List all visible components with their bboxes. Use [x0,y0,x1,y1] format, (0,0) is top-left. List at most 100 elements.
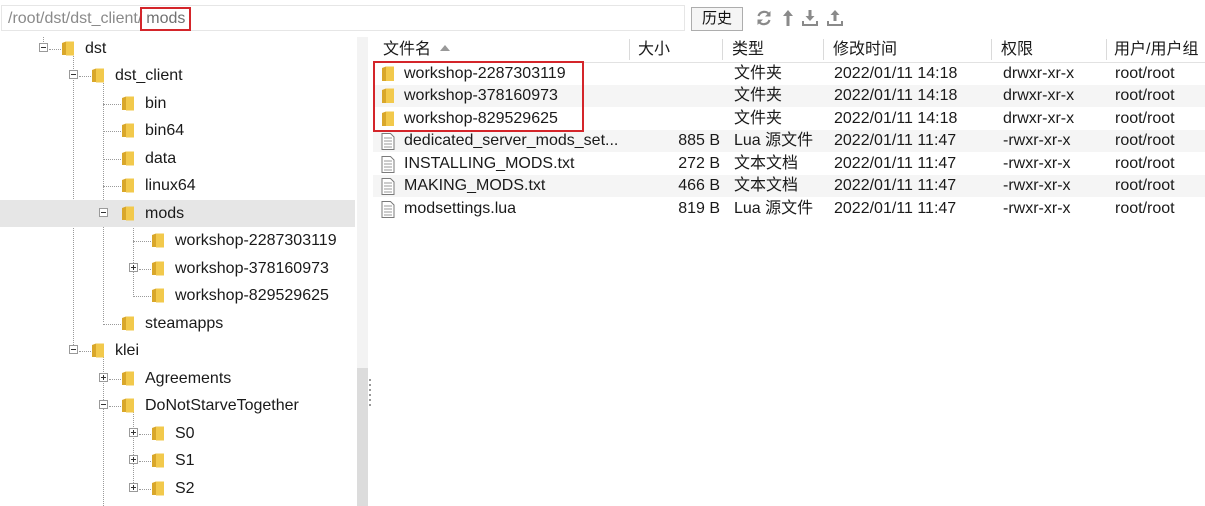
tree-item-klei[interactable]: klei [0,337,355,364]
expand-toggle[interactable] [129,483,138,492]
file-permissions: -rwxr-xr-x [1003,132,1071,149]
folder-icon [92,343,104,358]
list-header: 文件名 大小 类型 修改时间 权限 用户/用户组 [373,37,1205,63]
tree-item-bin[interactable]: bin [0,90,355,117]
tree-item-label: workshop-378160973 [175,260,329,277]
collapse-toggle[interactable] [39,43,48,52]
folder-icon [152,453,164,468]
file-size: 466 B [678,177,720,194]
column-header-size[interactable]: 大小 [638,37,670,62]
collapse-toggle[interactable] [69,345,78,354]
history-button[interactable]: 历史 [691,7,743,31]
tree-item-steamapps[interactable]: steamapps [0,310,355,337]
folder-icon [152,233,164,248]
go-up-icon[interactable] [778,8,798,28]
tree-item-label: dst_client [115,67,183,84]
tree-item-dst-client[interactable]: dst_client [0,62,355,89]
file-type: 文件夹 [734,65,783,82]
refresh-icon[interactable] [754,8,774,28]
collapse-toggle[interactable] [99,400,108,409]
file-modified: 2022/01/11 14:18 [834,87,958,104]
tree-item-data[interactable]: data [0,145,355,172]
file-modified: 2022/01/11 14:18 [834,65,958,82]
file-owner: root/root [1115,132,1175,149]
file-type: 文本文档 [734,155,799,172]
column-header-name[interactable]: 文件名 [383,37,451,62]
column-header-type[interactable]: 类型 [732,37,764,62]
folder-icon [152,261,164,276]
file-type: Lua 源文件 [734,132,814,149]
collapse-toggle[interactable] [99,208,108,217]
tree-item-workshop-829529625[interactable]: workshop-829529625 [0,282,355,309]
file-modified: 2022/01/11 11:47 [834,200,957,217]
file-owner: root/root [1115,110,1175,127]
expand-toggle[interactable] [129,428,138,437]
tree-item-s1[interactable]: S1 [0,447,355,474]
file-name: modsettings.lua [404,200,517,217]
download-icon[interactable] [800,8,820,28]
tree-item-label: steamapps [145,315,224,332]
upload-icon[interactable] [825,8,845,28]
pane-splitter[interactable] [368,37,372,506]
tree-item-workshop-378160973[interactable]: workshop-378160973 [0,255,355,282]
column-divider[interactable] [722,39,723,60]
expand-toggle[interactable] [99,373,108,382]
column-header-label: 文件名 [383,41,432,58]
tree-scrollbar-thumb[interactable] [357,368,368,506]
tree-item-linux64[interactable]: linux64 [0,172,355,199]
tree-item-dst[interactable]: dst [0,37,355,62]
column-divider[interactable] [991,39,992,60]
folder-icon [92,68,104,83]
file-owner: root/root [1115,87,1175,104]
folder-icon [122,178,134,193]
tree-item-label: S1 [175,452,195,469]
document-icon [381,156,395,173]
path-input[interactable]: /root/dst/dst_client/mods [1,5,685,31]
file-row[interactable]: modsettings.lua 819 B Lua 源文件 2022/01/11… [373,198,1205,220]
tree-item-label: workshop-829529625 [175,287,329,304]
tree-item-s2[interactable]: S2 [0,475,355,502]
folder-icon [122,206,134,221]
document-icon [381,133,395,150]
document-icon [381,201,395,218]
file-owner: root/root [1115,155,1175,172]
folder-tree[interactable]: dst dst_client bin bin64 data linux64 mo… [0,37,368,506]
file-size: 819 B [678,200,720,217]
file-row[interactable]: MAKING_MODS.txt 466 B 文本文档 2022/01/11 11… [373,175,1205,197]
file-name: dedicated_server_mods_set... [404,132,619,149]
tree-item-donotstarvetogether[interactable]: DoNotStarveTogether [0,392,355,419]
column-divider[interactable] [1106,39,1107,60]
tree-item-agreements[interactable]: Agreements [0,365,355,392]
file-type: Lua 源文件 [734,200,814,217]
column-divider[interactable] [629,39,630,60]
file-size: 272 B [678,155,720,172]
column-header-owner[interactable]: 用户/用户组 [1114,37,1198,62]
expand-toggle[interactable] [129,263,138,272]
column-divider[interactable] [823,39,824,60]
tree-item-workshop-2287303119[interactable]: workshop-2287303119 [0,227,355,254]
expand-toggle[interactable] [129,455,138,464]
file-owner: root/root [1115,200,1175,217]
tree-item-label: Agreements [145,370,232,387]
column-header-modified[interactable]: 修改时间 [833,37,897,62]
column-header-permissions[interactable]: 权限 [1001,37,1033,62]
file-row[interactable]: dedicated_server_mods_set... 885 B Lua 源… [373,130,1205,152]
folder-icon [122,151,134,166]
splitter-grip[interactable] [369,379,371,409]
file-owner: root/root [1115,65,1175,82]
file-permissions: -rwxr-xr-x [1003,177,1071,194]
file-modified: 2022/01/11 14:18 [834,110,958,127]
folder-icon [122,123,134,138]
tree-item-mods[interactable]: mods [0,200,355,227]
tree-item-label: mods [145,205,185,222]
file-name: MAKING_MODS.txt [404,177,546,194]
file-modified: 2022/01/11 11:47 [834,177,957,194]
file-permissions: -rwxr-xr-x [1003,200,1071,217]
tree-item-label: workshop-2287303119 [175,232,337,249]
tree-item-label: dst [85,40,107,57]
tree-item-bin64[interactable]: bin64 [0,117,355,144]
collapse-toggle[interactable] [69,70,78,79]
file-row[interactable]: INSTALLING_MODS.txt 272 B 文本文档 2022/01/1… [373,153,1205,175]
tree-item-s0[interactable]: S0 [0,420,355,447]
file-size: 885 B [678,132,720,149]
